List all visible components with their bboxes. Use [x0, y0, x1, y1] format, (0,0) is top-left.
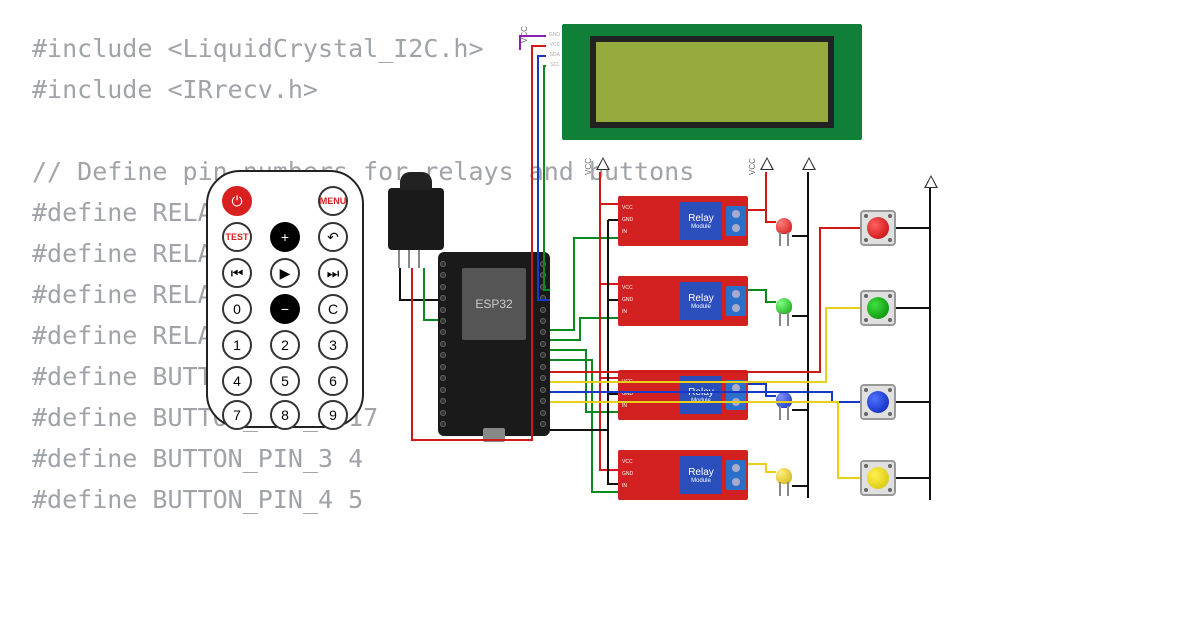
relay-module-1: VCCGNDIN RelayModule [618, 196, 748, 246]
lcd-screen [590, 36, 834, 128]
remote-6-button[interactable]: 6 [318, 366, 348, 396]
led-green [776, 298, 792, 314]
remote-9-button[interactable]: 9 [318, 400, 348, 430]
circuit-diagram: GND VCC SDA SCL VCC VCC VCC ⏻ MENU TEST … [0, 0, 1200, 630]
gnd-arrow-icon [802, 157, 816, 170]
vcc-label-2: VCC [584, 158, 593, 175]
remote-prev-button[interactable]: ⏮ [222, 258, 252, 288]
push-button-yellow[interactable] [860, 460, 896, 496]
remote-5-button[interactable]: 5 [270, 366, 300, 396]
ir-remote: ⏻ MENU TEST + ↶ ⏮ ▶ ⏭ 0 − C 1 2 3 4 5 6 [206, 170, 364, 428]
push-button-blue[interactable] [860, 384, 896, 420]
remote-c-button[interactable]: C [318, 294, 348, 324]
push-button-green[interactable] [860, 290, 896, 326]
remote-next-button[interactable]: ⏭ [318, 258, 348, 288]
remote-1-button[interactable]: 1 [222, 330, 252, 360]
remote-menu-button[interactable]: MENU [318, 186, 348, 216]
remote-back-button[interactable]: ↶ [318, 222, 348, 252]
remote-4-button[interactable]: 4 [222, 366, 252, 396]
push-button-red[interactable] [860, 210, 896, 246]
vcc-arrow-icon [760, 157, 774, 170]
remote-minus-button[interactable]: − [270, 294, 300, 324]
esp32-board: ESP32 [438, 252, 550, 436]
remote-play-button[interactable]: ▶ [270, 258, 300, 288]
relay-module-2: VCCGNDIN RelayModule [618, 276, 748, 326]
remote-0-button[interactable]: 0 [222, 294, 252, 324]
led-blue [776, 392, 792, 408]
led-yellow [776, 468, 792, 484]
lcd-module [562, 24, 862, 140]
led-red [776, 218, 792, 234]
remote-2-button[interactable]: 2 [270, 330, 300, 360]
vcc-label-lcd: VCC [520, 26, 529, 43]
remote-3-button[interactable]: 3 [318, 330, 348, 360]
remote-plus-button[interactable]: + [270, 222, 300, 252]
lcd-pin-labels: GND VCC SDA SCL [546, 30, 560, 70]
esp32-shield-label: ESP32 [462, 268, 526, 340]
ir-receiver-module [388, 188, 444, 250]
remote-8-button[interactable]: 8 [270, 400, 300, 430]
relay-module-4: VCCGNDIN RelayModule [618, 450, 748, 500]
remote-power-button[interactable]: ⏻ [222, 186, 252, 216]
relay-module-3: VCCGNDIN RelayModule [618, 370, 748, 420]
remote-test-button[interactable]: TEST [222, 222, 252, 252]
vcc-label-3: VCC [748, 158, 757, 175]
vcc-arrow-icon [596, 157, 610, 170]
remote-7-button[interactable]: 7 [222, 400, 252, 430]
gnd-arrow-icon [924, 175, 938, 188]
